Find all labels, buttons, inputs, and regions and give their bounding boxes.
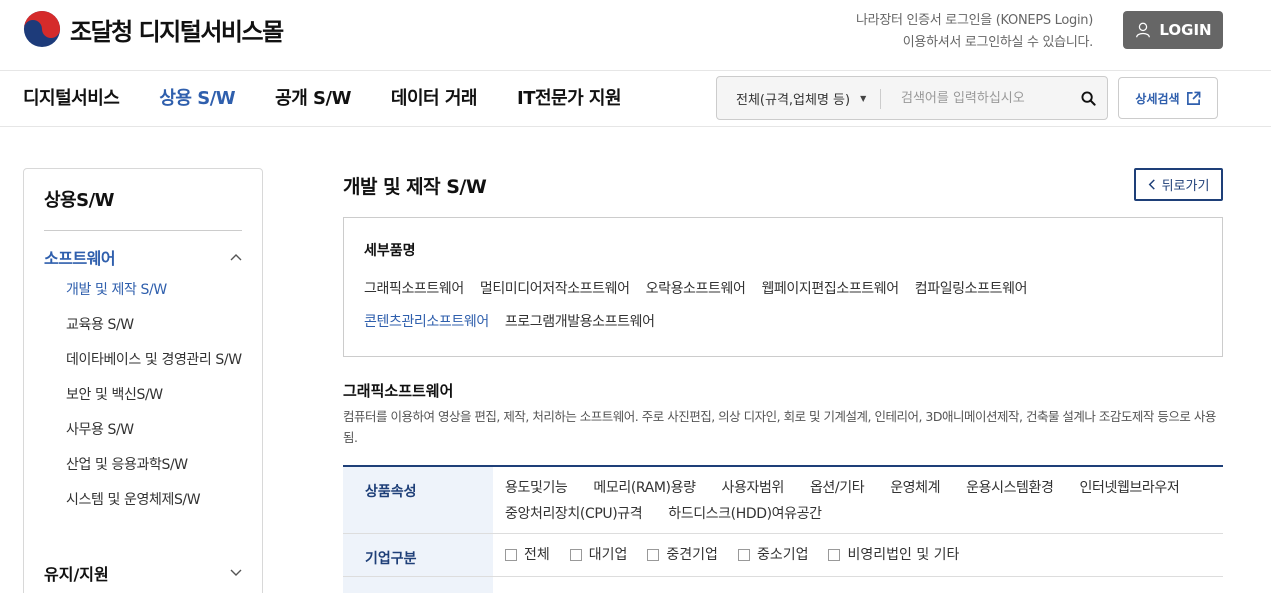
login-message-line1: 나라장터 인증서 로그인을 (KONEPS Login) <box>856 13 1093 28</box>
filter-next-body <box>493 577 1223 593</box>
nav-commercial-sw[interactable]: 상용 S/W <box>159 86 235 112</box>
detail-category-box: 세부품명 그래픽소프트웨어 멀티미디어저작소프트웨어 오락용소프트웨어 웹페이지… <box>343 217 1223 357</box>
search-input[interactable] <box>880 77 1071 119</box>
sidebar-item-office-sw[interactable]: 사무용 S/W <box>44 419 242 441</box>
external-link-icon <box>1186 91 1201 105</box>
checkbox-box[interactable] <box>647 549 660 561</box>
sidebar-title: 상용S/W <box>44 169 242 231</box>
filter-head-attributes: 상품속성 <box>343 467 493 533</box>
category-description: 컴퓨터를 이용하여 영상을 편집, 제작, 처리하는 소프트웨어. 주로 사진편… <box>343 409 1216 445</box>
sidebar-item-db-sw[interactable]: 데이타베이스 및 경영관리 S/W <box>44 349 242 371</box>
detail-link-compiling[interactable]: 컴파일링소프트웨어 <box>915 273 1028 306</box>
filter-company-list: 전체 대기업 중견기업 중소기업 비영리법인 및 기타 <box>493 534 1223 576</box>
sidebar-sub-list: 개발 및 제작 S/W 교육용 S/W 데이타베이스 및 경영관리 S/W 보안… <box>44 279 242 511</box>
chevron-up-icon <box>230 254 242 261</box>
filter-row-company: 기업구분 전체 대기업 중견기업 중소기업 비영리법인 및 기타 <box>343 534 1223 577</box>
filter-attributes-list: 용도및기능 메모리(RAM)용량 사용자범위 옵션/기타 운영체계 운용시스템환… <box>493 467 1223 533</box>
back-button[interactable]: 뒤로가기 <box>1134 168 1223 201</box>
checkbox-label: 중견기업 <box>666 547 718 563</box>
sidebar-group-label: 소프트웨어 <box>44 249 116 268</box>
login-label: LOGIN <box>1159 21 1212 39</box>
filter-head-company: 기업구분 <box>343 534 493 576</box>
company-all-checkbox[interactable]: 전체 <box>505 542 550 568</box>
header-divider <box>0 70 1271 71</box>
checkbox-box[interactable] <box>505 549 517 561</box>
detail-link-list: 그래픽소프트웨어 멀티미디어저작소프트웨어 오락용소프트웨어 웹페이지편집소프트… <box>364 273 1104 339</box>
nav-digital-service[interactable]: 디지털서비스 <box>23 86 120 112</box>
filter-row-next <box>343 577 1223 593</box>
sidebar-item-dev-sw[interactable]: 개발 및 제작 S/W <box>44 279 242 301</box>
checkbox-box[interactable] <box>737 549 750 561</box>
sidebar-group-software[interactable]: 소프트웨어 <box>44 245 242 269</box>
page-title: 개발 및 제작 S/W <box>343 176 487 198</box>
sidebar-group2-label: 유지/지원 <box>44 565 109 584</box>
login-button[interactable]: LOGIN <box>1123 11 1223 49</box>
search-button[interactable] <box>1071 90 1107 106</box>
sidebar: 상용S/W 소프트웨어 개발 및 제작 S/W 교육용 S/W 데이타베이스 및… <box>23 168 263 593</box>
sidebar-item-system-sw[interactable]: 시스템 및 운영체제S/W <box>44 489 242 511</box>
main-nav: 디지털서비스 상용 S/W 공개 S/W 데이터 거래 IT전문가 지원 <box>23 86 661 112</box>
detail-link-webpage[interactable]: 웹페이지편집소프트웨어 <box>761 273 899 306</box>
attr-options[interactable]: 옵션/기타 <box>810 475 865 501</box>
attr-os[interactable]: 운영체계 <box>890 475 940 501</box>
attr-usage[interactable]: 용도및기능 <box>505 475 568 501</box>
attr-user-range[interactable]: 사용자범위 <box>722 475 785 501</box>
attr-hdd[interactable]: 하드디스크(HDD)여유공간 <box>668 501 822 527</box>
attr-cpu[interactable]: 중앙처리장치(CPU)규격 <box>505 501 643 527</box>
nav-it-expert[interactable]: IT전문가 지원 <box>517 86 622 112</box>
nav-divider <box>0 126 1271 127</box>
company-nonprofit-checkbox[interactable]: 비영리법인 및 기타 <box>828 542 959 568</box>
sidebar-item-industry-sw[interactable]: 산업 및 응용과학S/W <box>44 454 242 476</box>
chevron-down-icon <box>230 569 242 576</box>
user-icon <box>1136 22 1151 38</box>
nav-open-sw[interactable]: 공개 S/W <box>275 86 351 112</box>
checkbox-label: 비영리법인 및 기타 <box>847 547 960 563</box>
checkbox-box[interactable] <box>569 549 582 561</box>
filter-row-attributes: 상품속성 용도및기능 메모리(RAM)용량 사용자범위 옵션/기타 운영체계 운… <box>343 467 1223 534</box>
detail-link-graphic[interactable]: 그래픽소프트웨어 <box>364 273 464 306</box>
checkbox-label: 전체 <box>524 547 550 563</box>
company-large-checkbox[interactable]: 대기업 <box>569 542 628 568</box>
detail-link-multimedia[interactable]: 멀티미디어저작소프트웨어 <box>480 273 630 306</box>
attr-ram[interactable]: 메모리(RAM)용량 <box>593 475 696 501</box>
advanced-search-button[interactable]: 상세검색 <box>1118 77 1218 119</box>
sidebar-item-edu-sw[interactable]: 교육용 S/W <box>44 314 242 336</box>
taegeuk-logo-icon <box>23 10 61 48</box>
detail-link-entertainment[interactable]: 오락용소프트웨어 <box>646 273 746 306</box>
checkbox-label: 중소기업 <box>756 547 809 563</box>
sidebar-item-security-sw[interactable]: 보안 및 백신S/W <box>44 384 242 406</box>
back-label: 뒤로가기 <box>1161 179 1210 194</box>
filter-head-next <box>343 577 493 593</box>
search-box: 전체(규격,업체명 등) ▼ <box>716 76 1108 120</box>
login-message-line2: 이용하셔서 로그인하실 수 있습니다. <box>902 35 1094 50</box>
chevron-left-icon <box>1148 179 1155 190</box>
detail-link-content-mgmt[interactable]: 콘텐츠관리소프트웨어 <box>364 306 489 339</box>
login-message: 나라장터 인증서 로그인을 (KONEPS Login) 이용하셔서 로그인하실… <box>856 10 1093 54</box>
filter-table: 상품속성 용도및기능 메모리(RAM)용량 사용자범위 옵션/기타 운영체계 운… <box>343 465 1223 593</box>
detail-heading: 세부품명 <box>364 243 416 259</box>
search-scope-value: 전체(규격,업체명 등) <box>736 92 851 108</box>
checkbox-box[interactable] <box>828 549 841 561</box>
company-small-checkbox[interactable]: 중소기업 <box>737 542 809 568</box>
search-icon <box>1081 90 1097 106</box>
advanced-search-label: 상세검색 <box>1135 91 1180 106</box>
nav-data-trade[interactable]: 데이터 거래 <box>391 86 478 112</box>
logo-text: 조달청 디지털서비스몰 <box>70 17 284 46</box>
category-title: 그래픽소프트웨어 <box>343 382 454 400</box>
attr-system-env[interactable]: 운용시스템환경 <box>966 475 1054 501</box>
sidebar-group-maintenance[interactable]: 유지/지원 <box>44 561 242 585</box>
attr-browser[interactable]: 인터넷웹브라우저 <box>1080 475 1180 501</box>
checkbox-label: 대기업 <box>588 547 628 563</box>
company-mid-checkbox[interactable]: 중견기업 <box>647 542 718 568</box>
detail-link-program-dev[interactable]: 프로그램개발용소프트웨어 <box>505 306 655 339</box>
caret-down-icon: ▼ <box>860 93 867 103</box>
site-logo[interactable]: 조달청 디지털서비스몰 <box>23 10 284 48</box>
search-scope-select[interactable]: 전체(규격,업체명 등) ▼ <box>717 77 881 119</box>
